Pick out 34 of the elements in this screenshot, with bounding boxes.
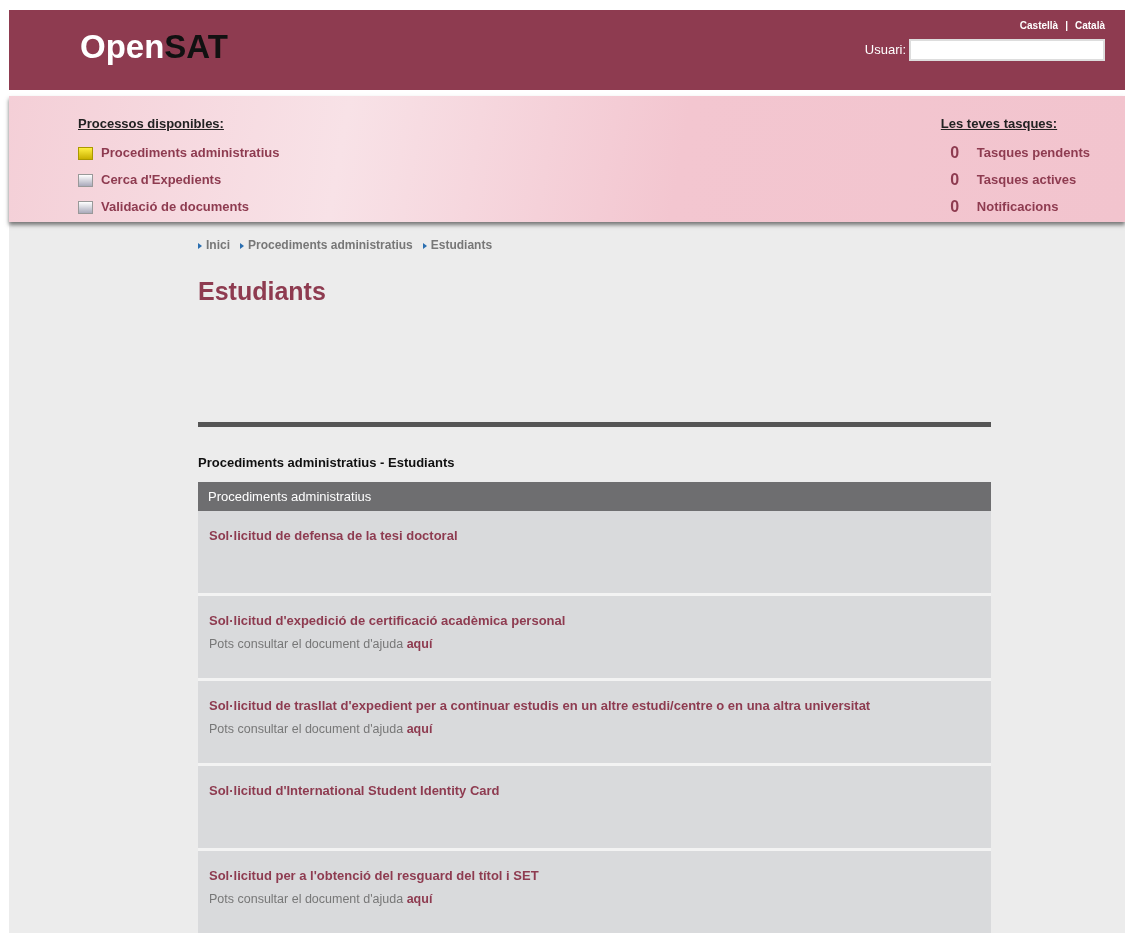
separator: |: [1065, 20, 1068, 31]
task-count: 0: [949, 143, 961, 163]
section-heading: Les teves tasques:: [940, 115, 1059, 133]
user-field[interactable]: [909, 39, 1105, 61]
process-link[interactable]: Cerca d'Expedients: [78, 166, 280, 194]
help-link[interactable]: aquí: [406, 636, 433, 651]
section-heading: Processos disponibles:: [78, 115, 225, 133]
breadcrumb-link[interactable]: Inici: [198, 236, 230, 254]
user-label: Usuari:: [864, 41, 906, 60]
task-count: 0: [949, 197, 961, 217]
procedure-link[interactable]: Sol·licitud d'expedició de certificació acadèmica personal: [209, 611, 980, 631]
task-link[interactable]: Tasques actives: [976, 166, 1077, 194]
breadcrumb-link[interactable]: Procediments administratius: [240, 236, 413, 254]
task-count: 0: [949, 170, 961, 190]
language-link[interactable]: Castellà: [1019, 20, 1059, 31]
language-link[interactable]: Català: [1075, 20, 1105, 31]
help-text: Pots consultar el document d'ajuda aquí: [209, 635, 434, 653]
process-link[interactable]: Validació de documents: [78, 193, 280, 221]
process-link[interactable]: Procediments administratius: [78, 139, 280, 167]
task-link[interactable]: Notificacions: [976, 193, 1059, 221]
procedure-link[interactable]: Sol·licitud de trasllat d'expedient per a continuar estudis en un altre estudi/centre o en una altra universitat: [209, 696, 980, 716]
task-link[interactable]: Tasques pendents: [976, 139, 1090, 167]
help-text: Pots consultar el document d'ajuda aquí: [209, 720, 434, 738]
help-text: Pots consultar el document d'ajuda aquí: [209, 890, 434, 908]
help-link[interactable]: aquí: [406, 721, 433, 736]
procedure-link[interactable]: Sol·licitud d'International Student Identity Card: [209, 781, 980, 801]
procedure-link[interactable]: Sol·licitud de defensa de la tesi doctoral: [209, 526, 980, 546]
table-header: Procediments administratius: [198, 481, 991, 511]
page-title: Estudiants: [198, 276, 327, 306]
section-title: Procediments administratius - Estudiants: [198, 454, 456, 472]
help-link[interactable]: aquí: [406, 891, 433, 906]
procedure-link[interactable]: Sol·licitud per a l'obtenció del resguard del títol i SET: [209, 866, 980, 886]
breadcrumb-link[interactable]: Estudiants: [422, 236, 493, 254]
logo: OpenSAT: [80, 30, 228, 67]
